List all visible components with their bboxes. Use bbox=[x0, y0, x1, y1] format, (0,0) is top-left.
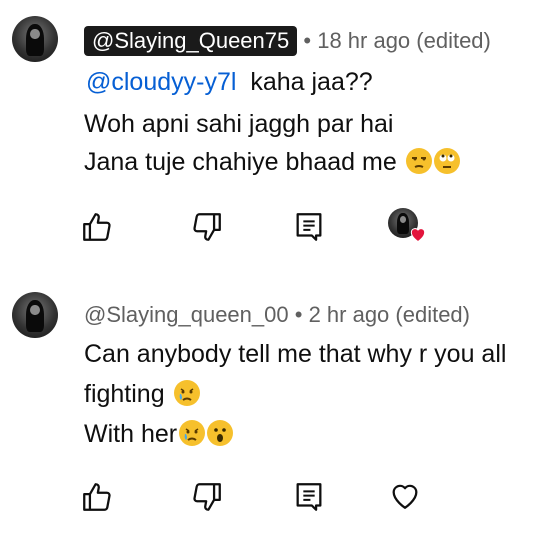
author-name[interactable]: @Slaying_queen_00 bbox=[84, 302, 289, 327]
comment-text-line: Woh apni sahi jaggh par hai bbox=[84, 110, 394, 138]
unamused-face-emoji bbox=[405, 148, 432, 174]
avatar[interactable] bbox=[12, 16, 58, 62]
heart-icon bbox=[410, 228, 426, 243]
separator: • bbox=[294, 302, 303, 327]
comment-text-line: Jana tuje chahiye bhaad me bbox=[84, 148, 460, 177]
crying-face-emoji bbox=[179, 420, 206, 446]
timestamp: 18 hr ago (edited) bbox=[317, 28, 491, 53]
comment-text-line: fighting bbox=[84, 380, 200, 409]
dislike-button[interactable] bbox=[190, 210, 224, 244]
mention-link[interactable]: @cloudyy-y7l bbox=[86, 68, 236, 96]
reply-button[interactable] bbox=[292, 210, 326, 244]
reply-icon bbox=[296, 213, 322, 241]
comment-text-line: With her bbox=[84, 420, 234, 449]
reply-icon bbox=[296, 483, 322, 511]
comment-header: @Slaying_Queen75 • 18 hr ago (edited) bbox=[84, 26, 491, 56]
comment-text-line: @cloudyy-y7l kaha jaa?? bbox=[86, 68, 373, 97]
author-name[interactable]: @Slaying_Queen75 bbox=[84, 26, 298, 56]
separator: • bbox=[303, 28, 312, 53]
thumbs-down-icon bbox=[193, 213, 221, 241]
heart-icon bbox=[392, 484, 418, 509]
like-button[interactable] bbox=[80, 210, 114, 244]
dislike-button[interactable] bbox=[190, 480, 224, 514]
thumbs-up-icon bbox=[83, 213, 111, 241]
timestamp: 2 hr ago (edited) bbox=[308, 302, 470, 327]
comment-text: kaha jaa?? bbox=[250, 68, 373, 96]
comment-text: fighting bbox=[84, 380, 165, 408]
comment-header: @Slaying_queen_00 • 2 hr ago (edited) bbox=[84, 302, 470, 328]
comment-text: With her bbox=[84, 420, 178, 448]
reply-button[interactable] bbox=[292, 480, 326, 514]
comment-text: Jana tuje chahiye bhaad me bbox=[84, 148, 397, 176]
thumbs-up-icon bbox=[83, 483, 111, 511]
creator-heart[interactable] bbox=[388, 208, 428, 248]
comment-text-line: Can anybody tell me that why r you all bbox=[84, 340, 507, 368]
face-with-open-mouth-emoji bbox=[207, 420, 234, 446]
like-button[interactable] bbox=[80, 480, 114, 514]
thumbs-down-icon bbox=[193, 483, 221, 511]
crying-face-emoji bbox=[173, 380, 200, 406]
face-with-rolling-eyes-emoji bbox=[433, 148, 460, 174]
heart-button[interactable] bbox=[388, 478, 422, 512]
avatar[interactable] bbox=[12, 292, 58, 338]
